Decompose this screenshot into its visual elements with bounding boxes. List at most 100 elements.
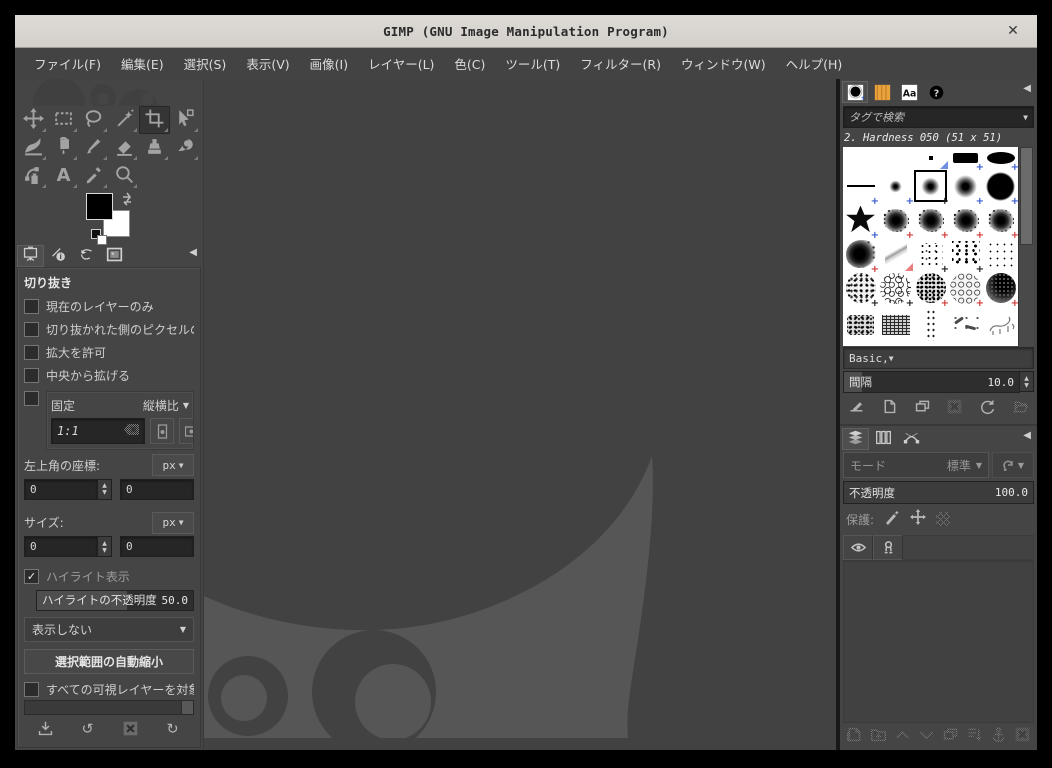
zoom-tool-button[interactable]: [109, 162, 139, 190]
merge-down-button[interactable]: [963, 725, 987, 747]
option-checkbox-3[interactable]: [24, 368, 39, 383]
brush-cell-3-3-speck-m[interactable]: +: [948, 237, 984, 275]
position-y-input[interactable]: 0: [120, 478, 194, 500]
aspect-ratio-input[interactable]: 1:1: [51, 418, 145, 444]
brush-cell-1-2-soft-m[interactable]: +: [913, 169, 949, 207]
position-x-spinner[interactable]: ▲ ▼: [98, 478, 112, 500]
menu-item-8[interactable]: フィルター(R): [571, 50, 670, 77]
menu-item-2[interactable]: 選択(S): [175, 50, 236, 77]
lock-pixels-icon[interactable]: [884, 509, 900, 529]
size-unit-combo[interactable]: px ▼: [152, 511, 194, 534]
brush-cell-1-4-hard[interactable]: +: [983, 169, 1018, 207]
brush-cell-2-1-chalk[interactable]: +: [878, 203, 914, 241]
lock-alpha-icon[interactable]: [936, 512, 951, 526]
delete-preset-button[interactable]: [118, 720, 142, 742]
menu-item-5[interactable]: レイヤー(L): [359, 50, 443, 77]
brush-cell-5-1-hatch[interactable]: [878, 305, 913, 345]
auto-shrink-button[interactable]: 選択範囲の自動縮小: [24, 648, 194, 675]
fuzzy-select-tool-button[interactable]: [109, 106, 139, 134]
dock-menu-icon[interactable]: ◀: [1023, 83, 1031, 94]
tab-patterns[interactable]: [869, 81, 895, 103]
brush-cell-3-1-faint[interactable]: [878, 237, 913, 271]
size-width-input[interactable]: 0: [24, 536, 98, 558]
new-layer-group-button[interactable]: [866, 725, 890, 747]
clear-input-icon[interactable]: [124, 424, 139, 438]
move-tool-button[interactable]: [18, 106, 48, 134]
new-brush-button[interactable]: [877, 397, 901, 419]
lower-layer-button[interactable]: [914, 725, 938, 747]
tab-undo-history[interactable]: [73, 245, 100, 267]
layer-mode-combo[interactable]: モード 標準 ▼: [843, 452, 989, 478]
delete-layer-button[interactable]: [1011, 725, 1035, 747]
brush-cell-4-3-tc4[interactable]: +: [948, 271, 984, 309]
brush-cell-5-3-confetti[interactable]: [948, 305, 983, 345]
brush-cell-3-0-smoke[interactable]: +: [843, 237, 879, 275]
menu-item-9[interactable]: ウィンドウ(W): [672, 50, 775, 77]
restore-preset-button[interactable]: ↺: [76, 720, 100, 742]
layers-list[interactable]: [843, 561, 1034, 723]
new-layer-button[interactable]: [842, 725, 866, 747]
duplicate-layer-button[interactable]: [939, 725, 963, 747]
tab-channels[interactable]: [870, 428, 897, 450]
raise-layer-button[interactable]: [890, 725, 914, 747]
position-unit-combo[interactable]: px ▼: [152, 454, 194, 477]
landscape-orientation-button[interactable]: [179, 418, 193, 444]
rectangle-select-tool-button[interactable]: [48, 106, 78, 134]
brush-tag-combo[interactable]: Basic, ▼: [843, 347, 1034, 369]
fixed-mode-combo[interactable]: 縦横比 ▼: [143, 397, 189, 414]
refresh-brushes-button[interactable]: [976, 397, 1000, 419]
brush-spacing-slider[interactable]: 間隔 10.0: [843, 371, 1020, 393]
color-picker-tool-button[interactable]: [79, 162, 109, 190]
menu-item-4[interactable]: 画像(I): [301, 50, 357, 77]
eraser-tool-button[interactable]: [109, 134, 139, 162]
open-brush-as-image-button[interactable]: [1009, 397, 1033, 419]
canvas-area[interactable]: [204, 79, 840, 750]
tab-paths[interactable]: [898, 428, 925, 450]
layer-opacity-slider[interactable]: 不透明度 100.0: [843, 481, 1034, 504]
guides-combo[interactable]: 表示しない ▼: [24, 616, 194, 642]
brush-cell-1-0-line[interactable]: +: [843, 169, 879, 207]
menu-item-0[interactable]: ファイル(F): [25, 50, 110, 77]
bucket-fill-tool-button[interactable]: [48, 134, 78, 162]
brush-cell-2-3-chalk[interactable]: +: [948, 203, 984, 241]
brush-cell-0-3-block[interactable]: +: [948, 147, 984, 173]
save-preset-button[interactable]: [33, 720, 57, 742]
portrait-orientation-button[interactable]: [150, 418, 174, 444]
option-checkbox-2[interactable]: [24, 345, 39, 360]
tool-options-scrollbar[interactable]: [24, 700, 194, 716]
menu-item-10[interactable]: ヘルプ(H): [777, 50, 852, 77]
size-width-spinner[interactable]: ▲ ▼: [98, 536, 112, 558]
brush-cell-0-2-pixel[interactable]: [913, 147, 948, 169]
anchor-layer-button[interactable]: [987, 725, 1011, 747]
dock-menu-icon[interactable]: ◀: [1023, 430, 1031, 441]
brush-cell-5-2-speckstrip[interactable]: [913, 305, 948, 345]
paths-tool-button[interactable]: [18, 162, 48, 190]
brush-cell-4-2-tc3[interactable]: +: [913, 271, 949, 309]
reset-options-button[interactable]: ↻: [161, 720, 185, 742]
delete-brush-button[interactable]: [943, 397, 967, 419]
brush-spacing-spinner[interactable]: ▲ ▼: [1020, 371, 1034, 392]
link-column-header[interactable]: [873, 535, 903, 560]
brush-cell-3-2-speck-s[interactable]: +: [913, 237, 949, 275]
tab-help[interactable]: ?: [923, 81, 949, 103]
transform-tool-button[interactable]: [170, 106, 200, 134]
position-x-input[interactable]: 0: [24, 478, 98, 500]
dock-menu-icon[interactable]: ◀: [189, 247, 197, 258]
text-tool-button[interactable]: A: [48, 162, 78, 190]
tab-tool-options[interactable]: [17, 245, 44, 267]
gradient-tool-button[interactable]: [18, 134, 48, 162]
shrink-merged-checkbox[interactable]: [24, 681, 39, 697]
menu-item-1[interactable]: 編集(E): [112, 50, 173, 77]
lock-position-icon[interactable]: [910, 509, 927, 529]
option-checkbox-0[interactable]: [24, 299, 39, 314]
close-icon[interactable]: ✕: [1003, 21, 1023, 41]
edit-brush-button[interactable]: [844, 397, 868, 419]
free-select-tool-button[interactable]: [79, 106, 109, 134]
tab-layers[interactable]: [842, 428, 869, 450]
foreground-color-swatch[interactable]: [86, 193, 113, 220]
brush-scrollbar[interactable]: [1018, 147, 1034, 346]
brush-cell-1-3-soft-l[interactable]: +: [948, 169, 984, 207]
swap-colors-icon[interactable]: [119, 191, 135, 211]
highlight-opacity-slider[interactable]: ハイライトの不透明度 50.0: [36, 589, 194, 611]
smudge-tool-button[interactable]: [170, 134, 200, 162]
